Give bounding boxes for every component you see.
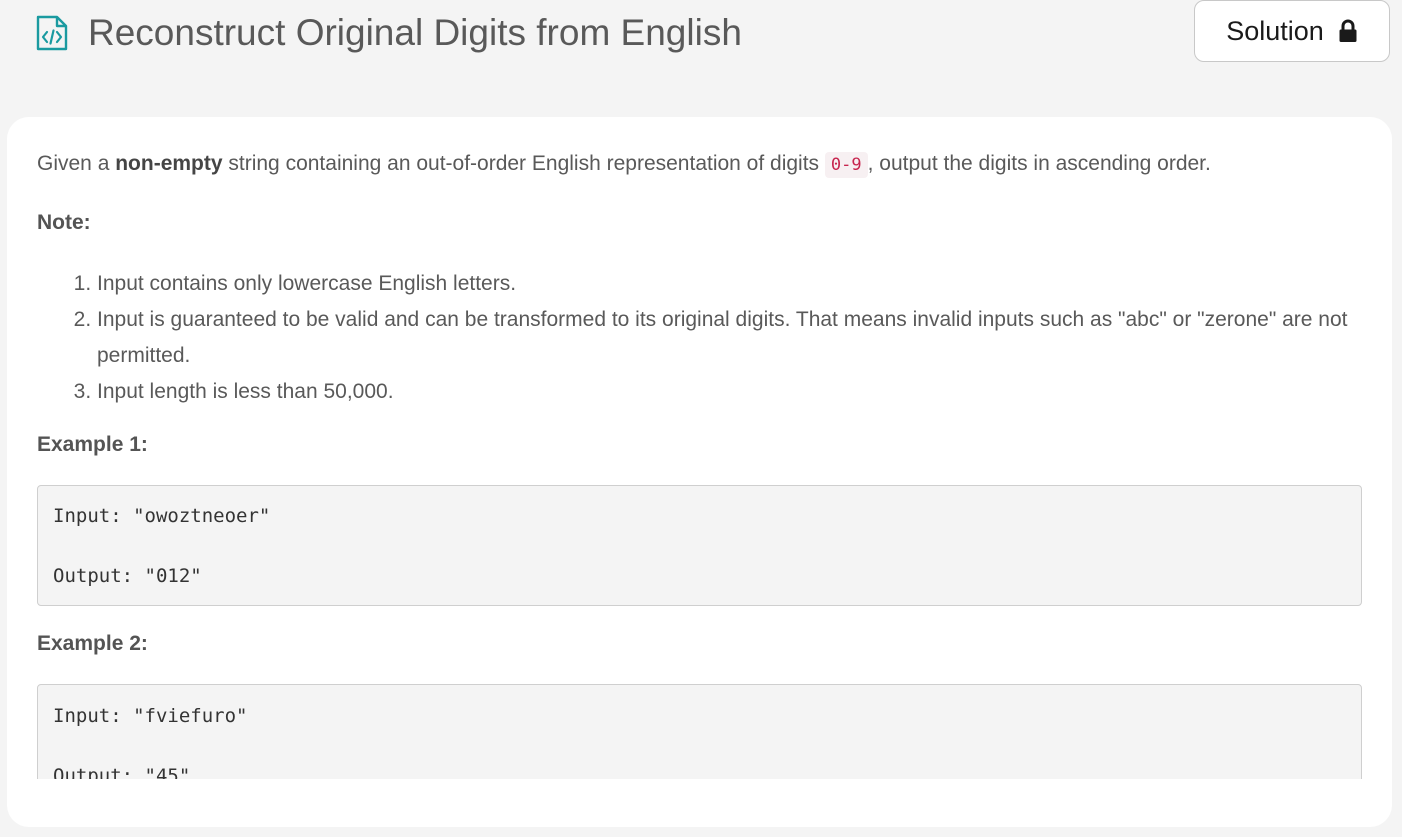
note-item: Input length is less than 50,000. (97, 374, 1362, 410)
intro-emphasis: non-empty (115, 152, 223, 175)
intro-text-middle: string containing an out-of-order Englis… (222, 152, 825, 175)
problem-header: Reconstruct Original Digits from English… (0, 0, 1402, 72)
example-1-heading: Example 1: (37, 433, 148, 456)
note-item: Input is guaranteed to be valid and can … (97, 302, 1362, 374)
problem-description-panel: Given a non-empty string containing an o… (7, 117, 1392, 827)
example-1-input: Input: "owoztneoer" (53, 505, 271, 527)
note-list: Input contains only lowercase English le… (37, 266, 1362, 410)
solution-button-label: Solution (1226, 15, 1324, 46)
intro-text-end: , output the digits in ascending order. (867, 152, 1211, 175)
code-file-icon (36, 15, 68, 51)
lock-icon (1339, 19, 1357, 42)
intro-text-start: Given a (37, 152, 116, 175)
page-title: Reconstruct Original Digits from English (88, 12, 742, 53)
problem-statement: Given a non-empty string containing an o… (37, 149, 1211, 180)
note-item: Input contains only lowercase English le… (97, 266, 1362, 302)
example-2-code-block: Input: "fviefuro" Output: "45" (37, 684, 1362, 779)
digit-range-code: 0-9 (824, 152, 868, 178)
problem-content: Given a non-empty string containing an o… (37, 117, 1362, 779)
solution-button[interactable]: Solution (1194, 0, 1390, 62)
example-2-output: Output: "45" (53, 765, 191, 779)
note-heading: Note: (37, 211, 91, 234)
example-2-heading: Example 2: (37, 632, 148, 655)
example-1-code-block: Input: "owoztneoer" Output: "012" (37, 485, 1362, 606)
example-2-input: Input: "fviefuro" (53, 705, 248, 727)
example-1-output: Output: "012" (53, 565, 202, 587)
